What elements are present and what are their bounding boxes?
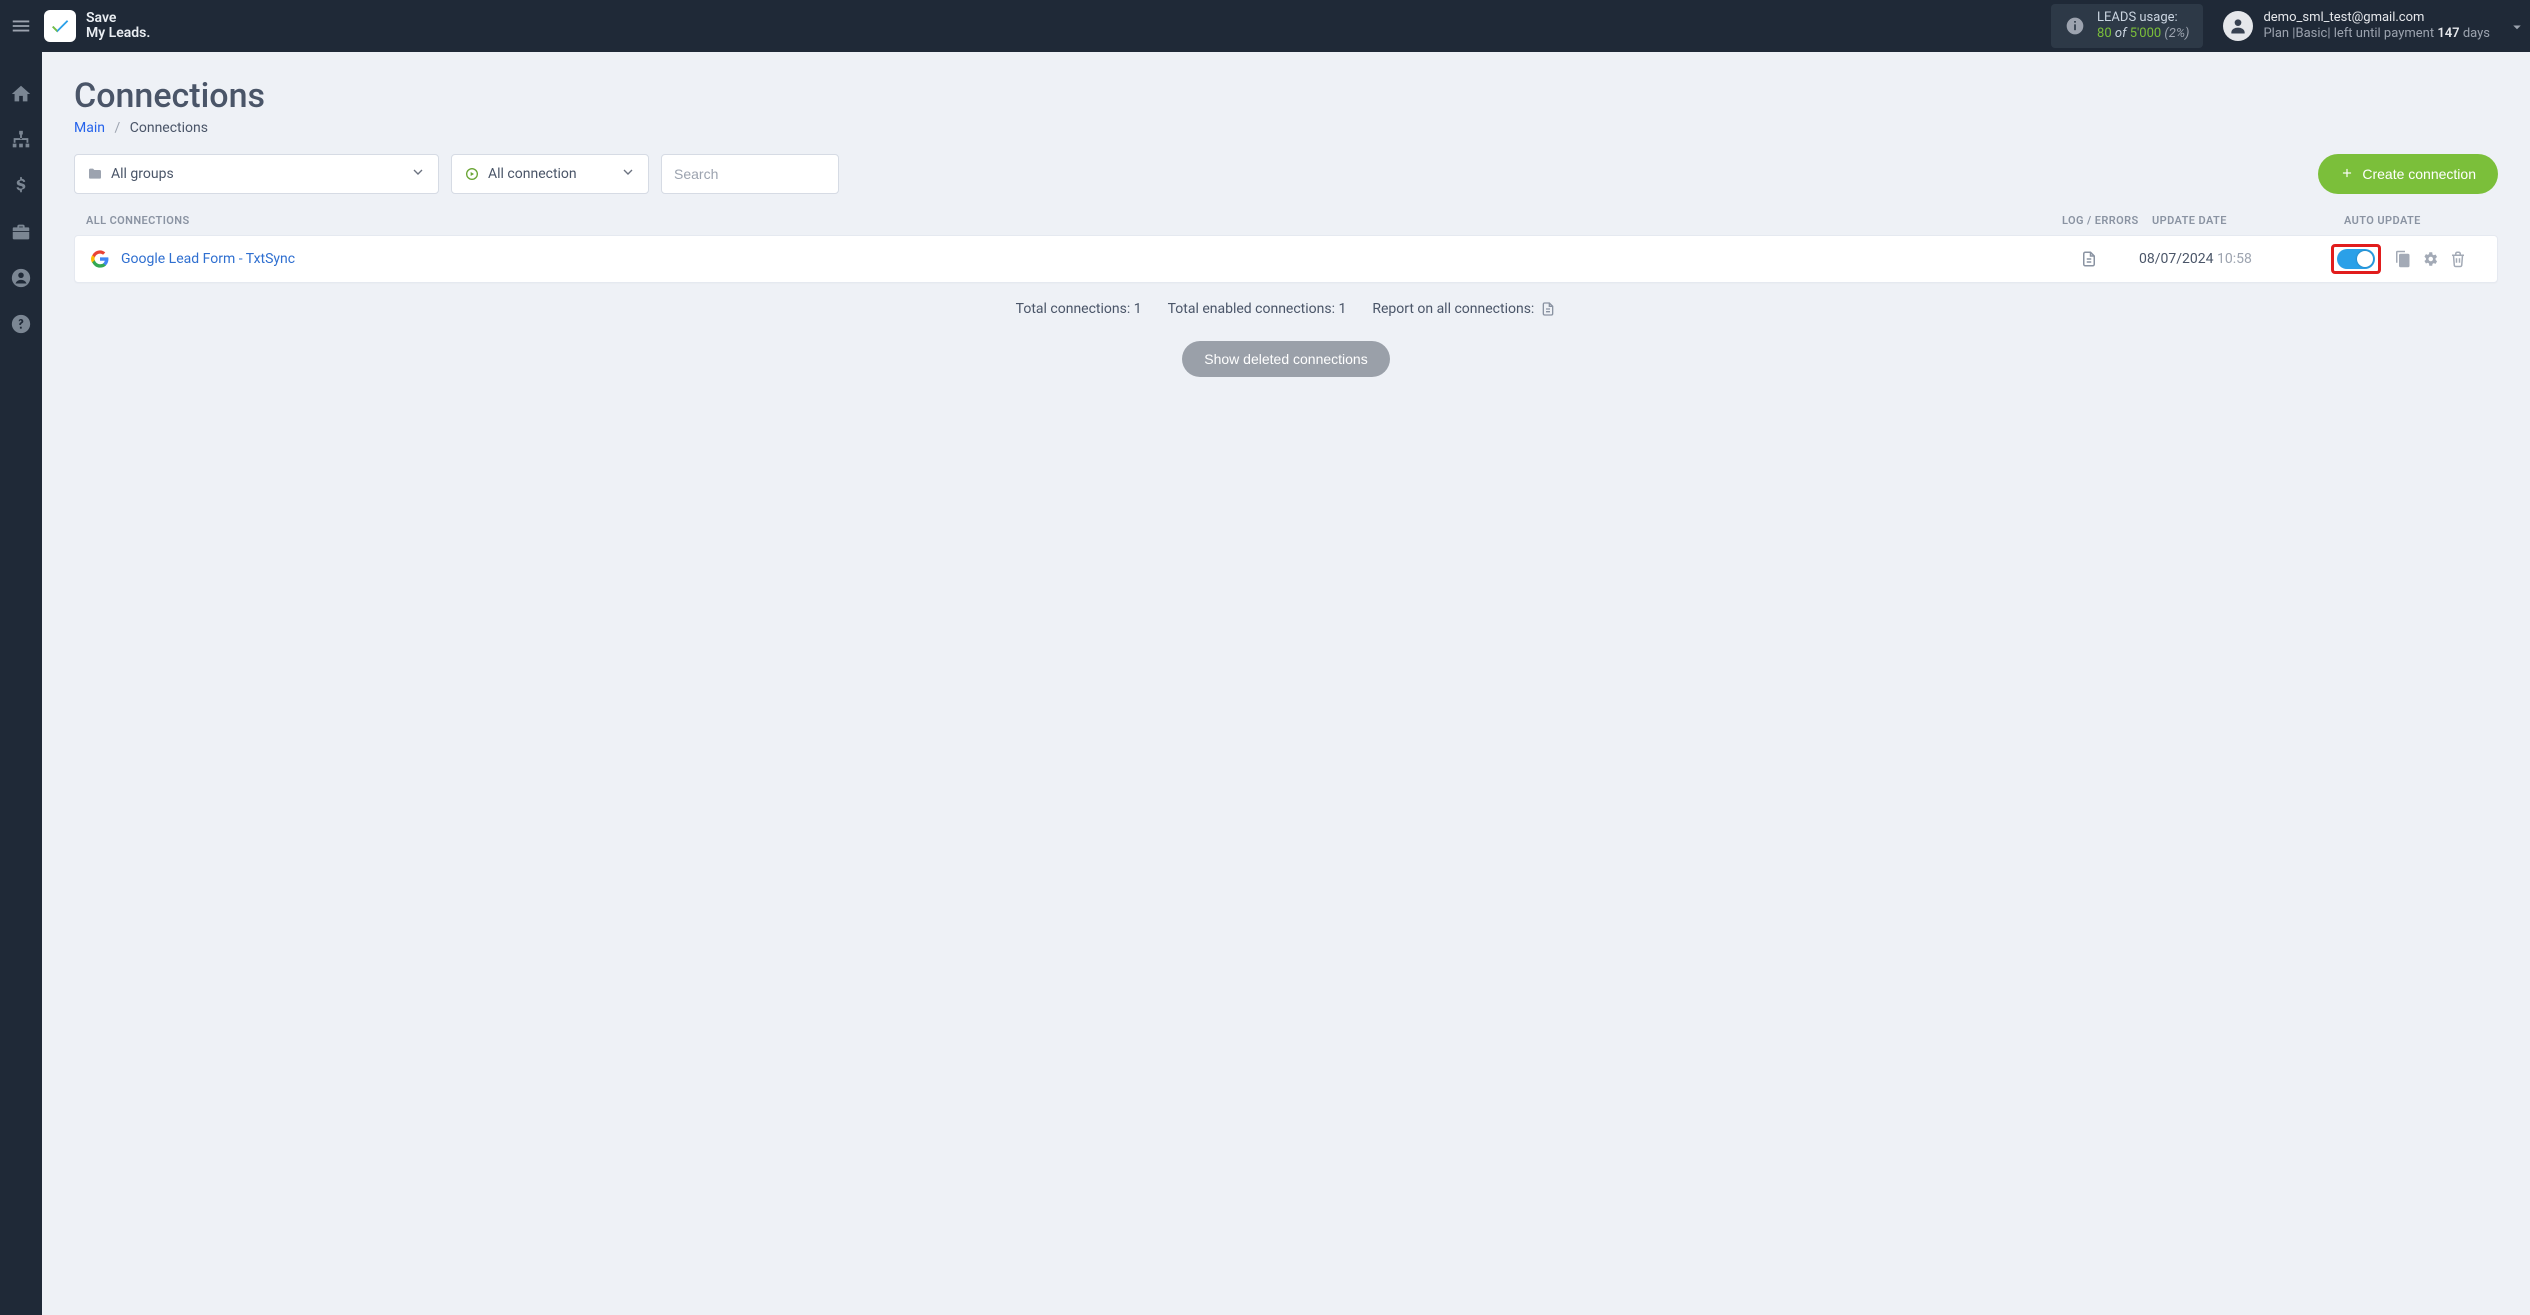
trash-icon[interactable]: [2449, 250, 2467, 268]
groups-select[interactable]: All groups: [74, 154, 439, 194]
info-icon: [2065, 16, 2085, 36]
col-header-date: Update date: [2152, 214, 2342, 227]
menu-toggle-icon[interactable]: [8, 13, 34, 39]
folder-icon: [87, 166, 103, 182]
filters-row: All groups All connection Create connect…: [74, 154, 2498, 194]
report-file-icon: [1540, 301, 1556, 317]
col-header-auto: Auto update: [2342, 214, 2498, 227]
google-icon: [91, 250, 109, 268]
main-content: Connections Main / Connections All group…: [42, 52, 2530, 1315]
breadcrumb: Main / Connections: [74, 120, 2498, 136]
search-box[interactable]: [661, 154, 839, 194]
auto-update-highlight: [2331, 244, 2381, 274]
create-connection-button[interactable]: Create connection: [2318, 154, 2498, 194]
copy-icon[interactable]: [2393, 250, 2411, 268]
account-menu[interactable]: demo_sml_test@gmail.com Plan |Basic| lef…: [2223, 10, 2490, 43]
gear-icon[interactable]: [2421, 250, 2439, 268]
summary-row: Total connections: 1 Total enabled conne…: [74, 301, 2498, 317]
groups-select-label: All groups: [111, 166, 174, 182]
nav-connections-icon[interactable]: [9, 128, 33, 152]
top-bar: Save My Leads. LEADS usage: 80 of 5'000 …: [0, 0, 2530, 52]
col-header-name: All connections: [74, 214, 2062, 227]
connection-row: Google Lead Form - TxtSync 08/07/2024 10…: [74, 235, 2498, 283]
nav-home-icon[interactable]: [9, 82, 33, 106]
account-text: demo_sml_test@gmail.com Plan |Basic| lef…: [2263, 10, 2490, 43]
nav-briefcase-icon[interactable]: [9, 220, 33, 244]
avatar-icon: [2223, 11, 2253, 41]
summary-report[interactable]: Report on all connections:: [1372, 301, 1556, 317]
play-circle-icon: [464, 166, 480, 182]
summary-enabled: Total enabled connections: 1: [1168, 301, 1347, 317]
status-select-label: All connection: [488, 166, 577, 182]
breadcrumb-current: Connections: [130, 120, 208, 136]
create-connection-label: Create connection: [2362, 166, 2476, 182]
chevron-down-icon: [620, 164, 636, 184]
plus-icon: [2340, 166, 2354, 183]
chevron-down-icon: [410, 164, 426, 184]
table-header: All connections Log / Errors Update date…: [74, 208, 2498, 235]
app-brand-text: Save My Leads.: [86, 11, 150, 42]
summary-total: Total connections: 1: [1016, 301, 1142, 317]
row-actions: [2393, 250, 2467, 268]
app-logo[interactable]: [44, 10, 76, 42]
leads-usage-box[interactable]: LEADS usage: 80 of 5'000 (2%): [2051, 4, 2203, 49]
breadcrumb-main-link[interactable]: Main: [74, 120, 105, 136]
log-file-icon[interactable]: [2080, 250, 2098, 268]
page-title: Connections: [74, 76, 2498, 116]
chevron-down-icon[interactable]: [2508, 18, 2526, 40]
update-date: 08/07/2024 10:58: [2139, 251, 2329, 267]
search-input[interactable]: [674, 166, 826, 182]
leads-usage-text: LEADS usage: 80 of 5'000 (2%): [2097, 10, 2189, 43]
show-deleted-button[interactable]: Show deleted connections: [1182, 341, 1389, 377]
nav-account-icon[interactable]: [9, 266, 33, 290]
nav-billing-icon[interactable]: [9, 174, 33, 198]
side-nav: [0, 52, 42, 1315]
nav-help-icon[interactable]: [9, 312, 33, 336]
auto-update-toggle[interactable]: [2337, 249, 2375, 269]
col-header-log: Log / Errors: [2062, 214, 2152, 227]
connection-name-link[interactable]: Google Lead Form - TxtSync: [121, 251, 295, 267]
status-select[interactable]: All connection: [451, 154, 649, 194]
